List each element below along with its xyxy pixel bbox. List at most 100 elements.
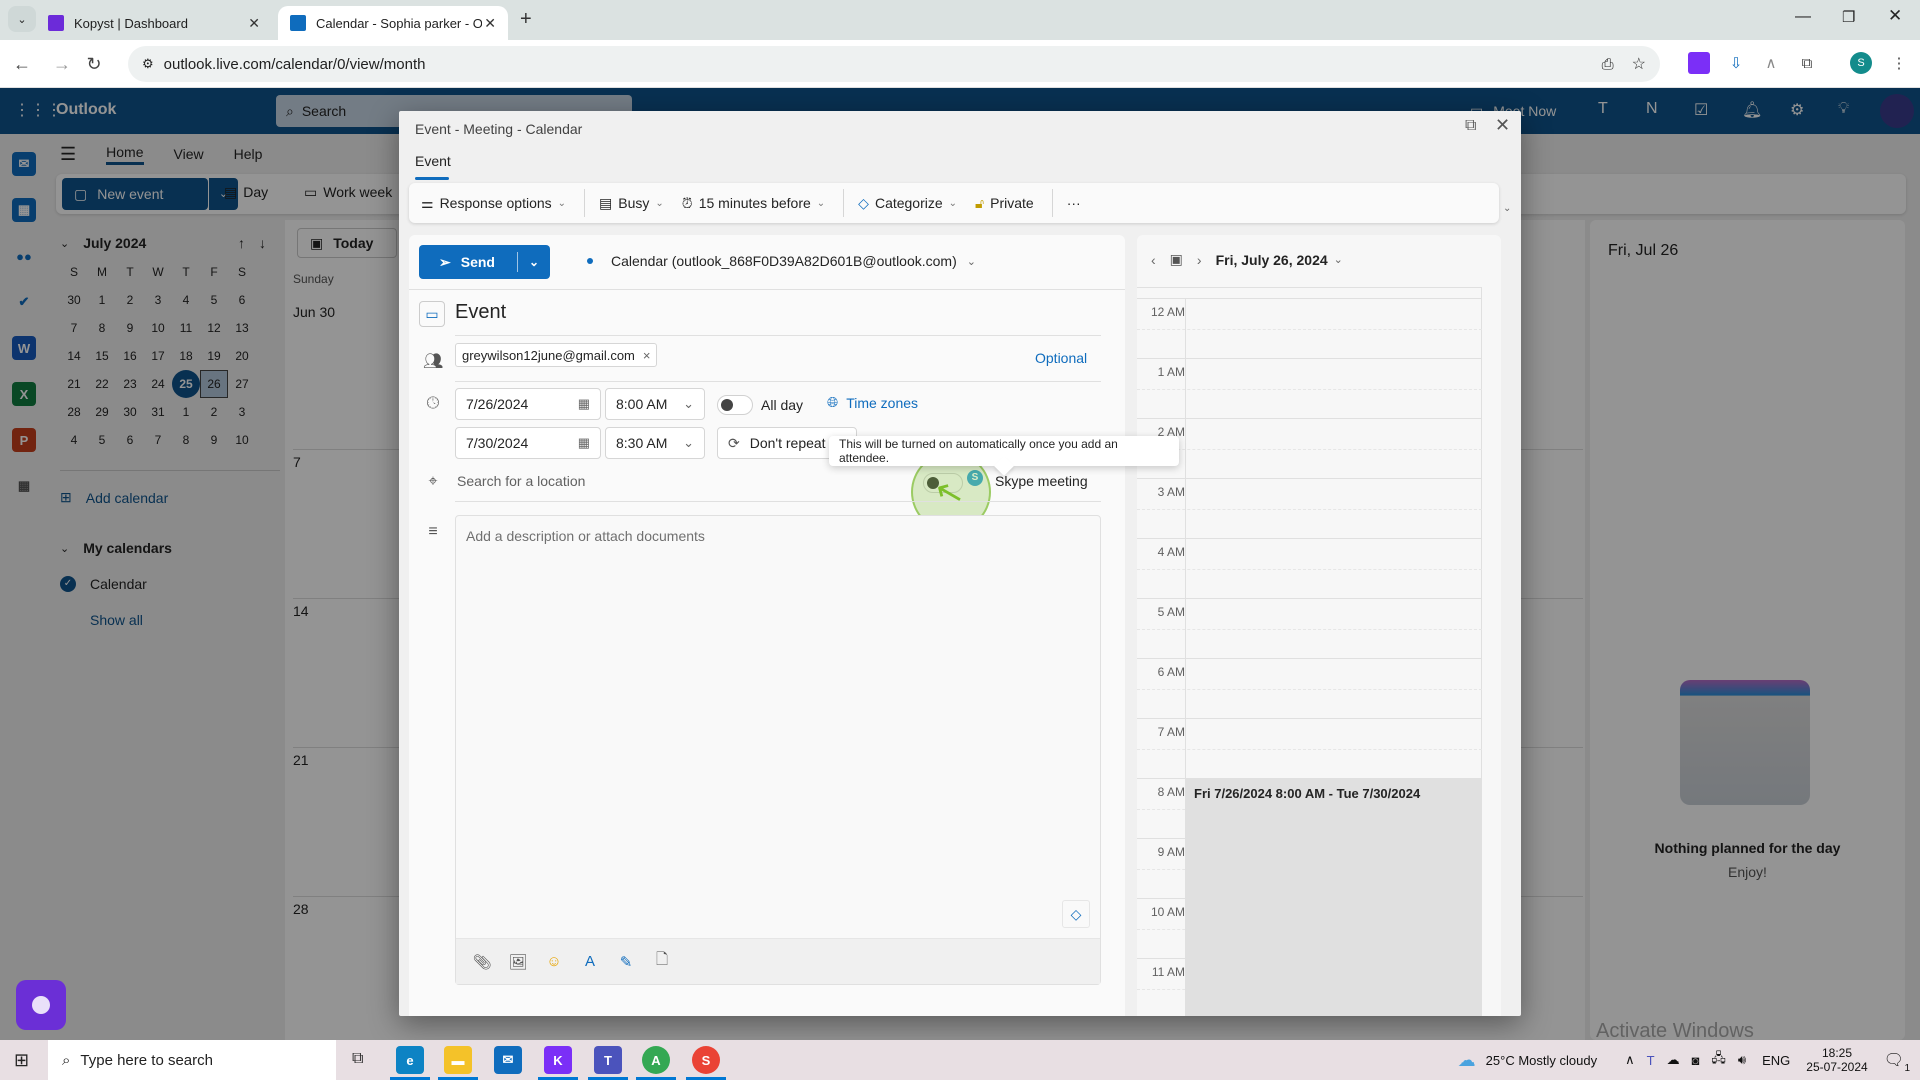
language-indicator[interactable]: ENG <box>1762 1053 1790 1068</box>
hour-row[interactable]: 2 AM <box>1137 418 1482 479</box>
hour-grid: 12 AM 1 AM 2 AM 3 AM 4 AM 5 AM 6 AM 7 AM 8 AM 9 A… <box>1137 287 1482 1016</box>
file-explorer-icon[interactable]: ▬ <box>444 1046 472 1074</box>
close-tab-icon[interactable]: ✕ <box>484 15 496 32</box>
notifications-icon[interactable]: 🗨︎ 1 <box>1884 1050 1910 1074</box>
install-app-icon[interactable]: ⎙ <box>1602 56 1614 73</box>
site-info-icon[interactable]: ⚙ <box>142 56 154 72</box>
record-icon <box>32 996 50 1014</box>
pop-out-icon[interactable]: ⧉ <box>1465 117 1476 135</box>
tab-calendar[interactable]: Calendar - Sophia parker - Outl ✕ <box>278 6 508 40</box>
response-options-button[interactable]: ⚌ Response options ⌄ <box>421 195 566 212</box>
profile-avatar[interactable]: S <box>1850 52 1872 74</box>
description-icon: ≡ <box>428 523 438 540</box>
end-time-field[interactable]: 8:30 AM ⌄ <box>605 427 705 459</box>
chrome-profile-s-icon[interactable]: S <box>692 1046 720 1074</box>
extension-icon[interactable]: ⇩ <box>1725 52 1747 74</box>
tab-search-button[interactable]: ⌄ <box>8 6 36 32</box>
all-day-toggle[interactable]: All day <box>717 395 803 415</box>
event-title-input[interactable]: Event <box>455 301 506 324</box>
start-date-field[interactable]: 7/26/2024 ▦ <box>455 388 601 420</box>
preview-date[interactable]: Fri, July 26, 2024 <box>1216 252 1328 268</box>
all-day-switch[interactable] <box>717 395 753 415</box>
busy-button[interactable]: ▤ Busy ⌄ <box>599 195 664 212</box>
unlock-icon: 🔓︎ <box>975 194 985 211</box>
close-dialog-button[interactable]: ✕ <box>1495 115 1510 136</box>
attach-icon[interactable]: 📎︎ <box>470 950 494 974</box>
insert-file-icon[interactable]: 🗋︎ <box>650 950 674 974</box>
all-day-label: All day <box>761 397 804 413</box>
dialog-title: Event - Meeting - Calendar <box>415 121 583 137</box>
minimize-button[interactable]: — <box>1795 8 1811 26</box>
send-options-dropdown[interactable]: ⌄ <box>518 255 550 269</box>
categorize-button[interactable]: ◇ Categorize ⌄ <box>858 195 957 212</box>
task-view-icon[interactable]: ⧉ <box>352 1050 363 1068</box>
extensions-puzzle-icon[interactable]: ⧉ <box>1796 52 1818 74</box>
attendee-chip[interactable]: greywilson12june@gmail.com × <box>455 343 658 367</box>
weather-cloud-icon[interactable]: ☁ <box>1458 1050 1476 1071</box>
go-to-today-icon[interactable]: ▣ <box>1170 251 1183 268</box>
calendar-selector[interactable]: Calendar (outlook_868F0D39A82D601B@outlo… <box>587 253 976 269</box>
day-preview-header: ‹ ▣ › Fri, July 26, 2024 ⌄ <box>1151 251 1343 268</box>
event-type-icon[interactable]: ▭ <box>419 301 445 327</box>
mail-app-icon[interactable]: ✉ <box>494 1046 522 1074</box>
time-zones-button[interactable]: 🌐︎ Time zones <box>827 394 918 411</box>
calendar-picker-icon[interactable]: ▦ <box>578 435 590 451</box>
teams-tray-icon[interactable]: T <box>1647 1053 1655 1068</box>
clock[interactable]: 18:25 25-07-2024 <box>1806 1046 1867 1074</box>
next-day-icon[interactable]: › <box>1197 252 1202 268</box>
network-icon[interactable]: 🖧︎ <box>1711 1049 1726 1071</box>
end-date-field[interactable]: 7/30/2024 ▦ <box>455 427 601 459</box>
bookmark-star-icon[interactable]: ☆ <box>1632 54 1646 74</box>
edge-icon[interactable]: e <box>396 1046 424 1074</box>
forward-icon[interactable]: → <box>48 50 76 78</box>
chrome-profile-a-icon[interactable]: A <box>642 1046 670 1074</box>
location-input[interactable]: Search for a location <box>457 473 585 489</box>
hour-row[interactable]: 3 AM <box>1137 478 1482 539</box>
remove-attendee-icon[interactable]: × <box>643 348 651 363</box>
volume-icon[interactable]: 🔊︎ <box>1738 1052 1746 1068</box>
kopyst-widget-button[interactable] <box>16 980 66 1030</box>
hour-row[interactable]: 5 AM <box>1137 598 1482 659</box>
event-preview-block[interactable]: Fri 7/26/2024 8:00 AM - Tue 7/30/2024 <box>1186 778 1482 1016</box>
insert-image-icon[interactable]: 🖼︎ <box>506 950 530 974</box>
editor-premium-icon[interactable]: ◇ <box>1062 900 1090 928</box>
windows-start-icon[interactable]: ⊞ <box>14 1050 29 1071</box>
hour-row[interactable]: 4 AM <box>1137 538 1482 599</box>
url-field[interactable]: ⚙ outlook.live.com/calendar/0/view/month… <box>128 46 1660 82</box>
expand-ribbon-icon[interactable]: ⌄ <box>1503 203 1511 214</box>
hour-row[interactable]: 6 AM <box>1137 658 1482 719</box>
description-editor[interactable]: Add a description or attach documents ◇ … <box>455 515 1101 985</box>
camera-icon[interactable]: ◙ <box>1692 1053 1700 1068</box>
onedrive-icon[interactable]: ☁ <box>1667 1052 1680 1068</box>
close-tab-icon[interactable]: ✕ <box>248 15 260 32</box>
restore-button[interactable]: ❐ <box>1842 8 1855 26</box>
kopyst-app-icon[interactable]: K <box>544 1046 572 1074</box>
teams-app-icon[interactable]: T <box>594 1046 622 1074</box>
new-tab-button[interactable]: + <box>520 8 532 31</box>
emoji-icon[interactable]: ☺ <box>542 950 566 974</box>
private-button[interactable]: 🔓︎ Private <box>975 195 1034 212</box>
back-icon[interactable]: ← <box>8 50 36 78</box>
hour-row[interactable]: 12 AM <box>1137 298 1482 359</box>
taskbar-search[interactable]: ⌕ Type here to search <box>48 1040 336 1080</box>
reminder-button[interactable]: ⏰︎ 15 minutes before ⌄ <box>682 195 825 212</box>
send-button[interactable]: ➢ Send ⌄ <box>419 245 550 279</box>
start-time-field[interactable]: 8:00 AM ⌄ <box>605 388 705 420</box>
reload-icon[interactable]: ↻ <box>80 50 108 78</box>
calendar-picker-icon[interactable]: ▦ <box>578 396 590 412</box>
hour-row[interactable]: 7 AM <box>1137 718 1482 779</box>
show-hidden-icons[interactable]: ∧ <box>1625 1052 1635 1068</box>
close-window-button[interactable]: ✕ <box>1888 6 1902 26</box>
tab-kopyst[interactable]: Kopyst | Dashboard ✕ <box>36 6 272 40</box>
tab-event[interactable]: Event <box>415 153 451 169</box>
browser-menu-icon[interactable]: ⋮ <box>1888 52 1910 74</box>
prev-day-icon[interactable]: ‹ <box>1151 252 1156 268</box>
hour-row[interactable]: 1 AM <box>1137 358 1482 419</box>
weather-text[interactable]: 25°C Mostly cloudy <box>1486 1053 1597 1068</box>
format-text-icon[interactable]: A <box>578 950 602 974</box>
extension-arc-icon[interactable]: ∧ <box>1760 52 1782 74</box>
kopyst-extension-icon[interactable] <box>1688 52 1710 74</box>
more-options-button[interactable]: ··· <box>1067 195 1081 211</box>
optional-attendees-link[interactable]: Optional <box>1035 350 1087 366</box>
signature-icon[interactable]: ✎ <box>614 950 638 974</box>
